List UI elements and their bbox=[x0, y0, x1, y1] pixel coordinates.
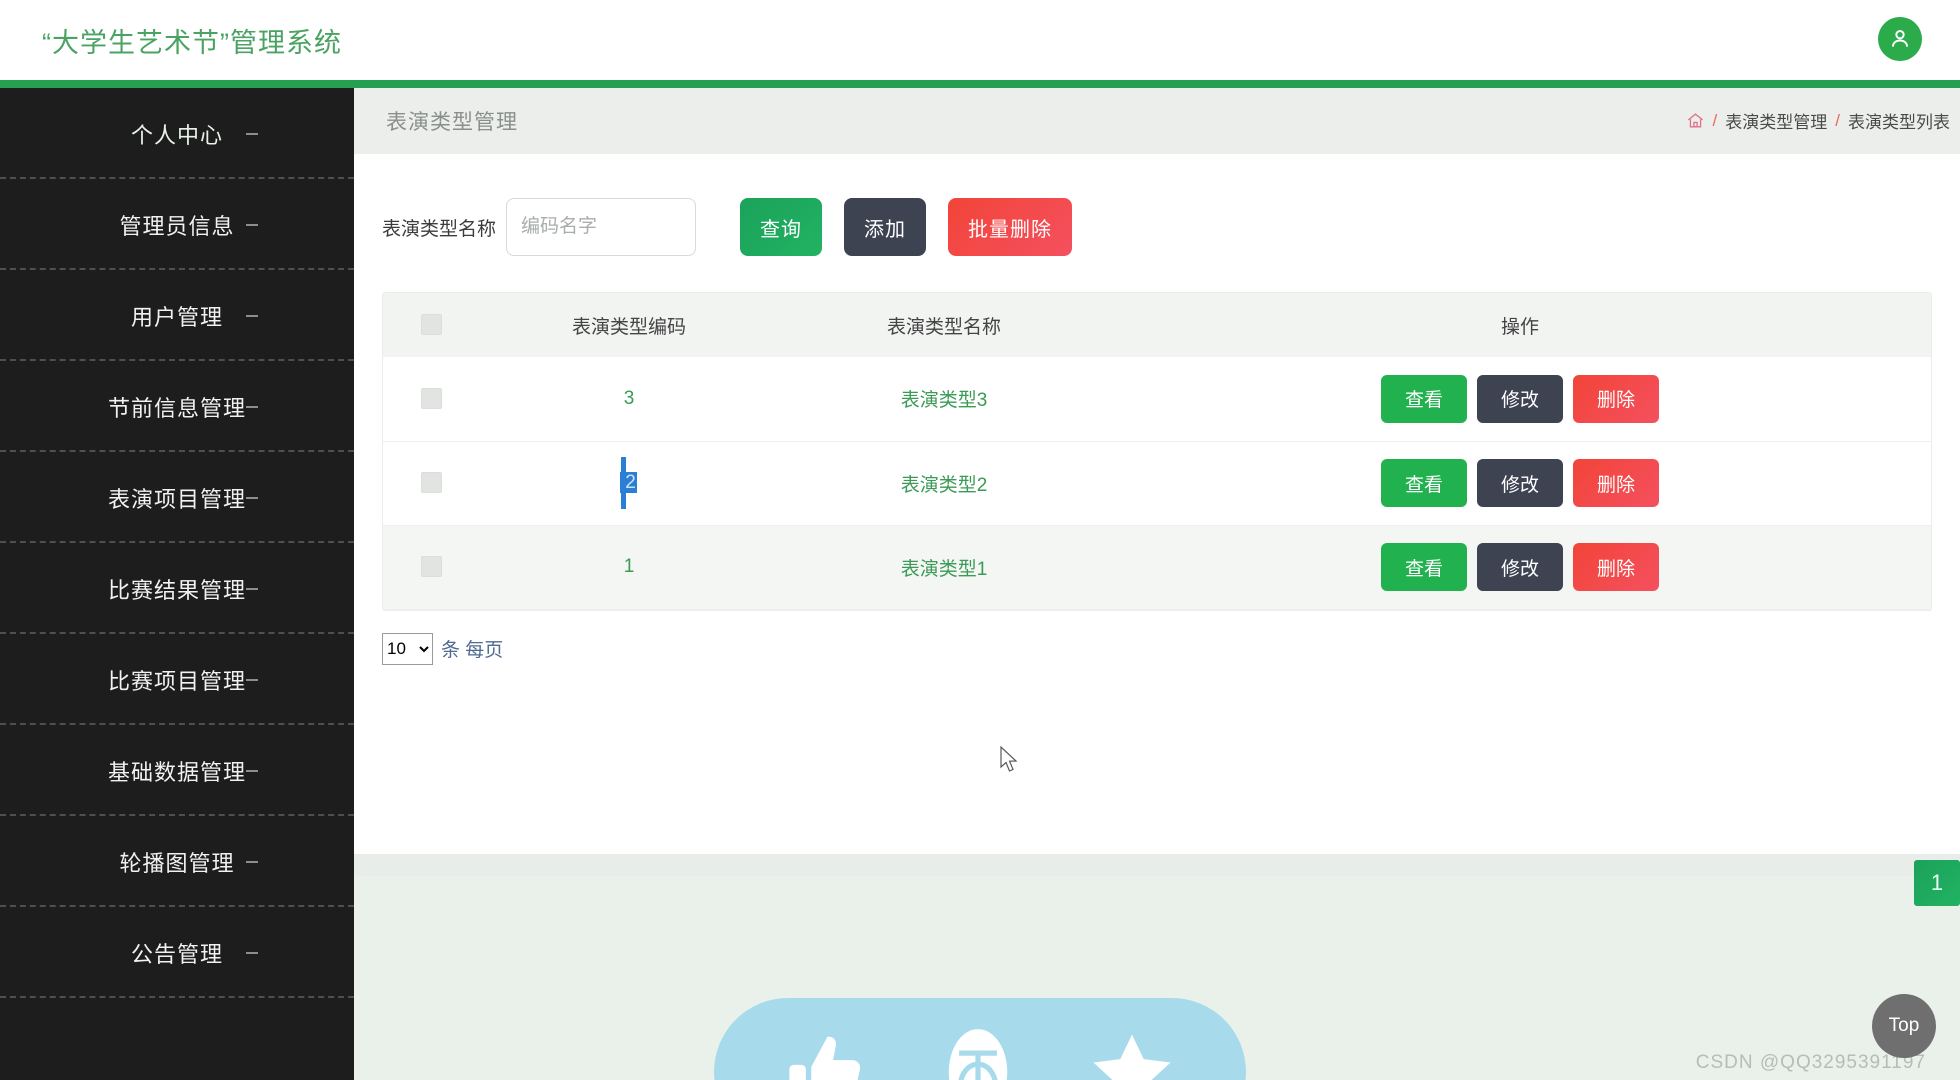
chevron-right-icon bbox=[246, 496, 258, 499]
row-checkbox[interactable] bbox=[420, 556, 442, 578]
avatar[interactable] bbox=[1878, 17, 1922, 61]
cell-actions: 查看 修改 删除 bbox=[1109, 441, 1931, 526]
chevron-right-icon bbox=[246, 769, 258, 772]
breadcrumb-item-current: 表演类型列表 bbox=[1848, 113, 1950, 132]
sidebar-item-contest-project[interactable]: 比赛项目管理 bbox=[0, 634, 354, 725]
delete-button[interactable]: 删除 bbox=[1573, 374, 1659, 423]
view-button[interactable]: 查看 bbox=[1381, 459, 1467, 507]
view-button[interactable]: 查看 bbox=[1381, 374, 1467, 423]
chevron-right-icon bbox=[246, 587, 258, 590]
umbrella-icon[interactable] bbox=[939, 1023, 1017, 1080]
sidebar-item-label: 用户管理 bbox=[130, 304, 223, 330]
page-size-select[interactable]: 10 20 50 100 bbox=[382, 632, 433, 665]
chevron-right-icon bbox=[246, 678, 258, 681]
sidebar-item-basic-data[interactable]: 基础数据管理 bbox=[0, 725, 354, 816]
user-icon[interactable] bbox=[1878, 17, 1922, 61]
page-title: 表演类型管理 bbox=[386, 111, 518, 134]
breadcrumb: / 表演类型管理 / 表演类型列表 bbox=[1686, 108, 1950, 133]
app-header: “大学生艺术节”管理系统 bbox=[0, 0, 1960, 80]
table-header-row: 表演类型编码 表演类型名称 操作 bbox=[383, 293, 1931, 357]
page-size-suffix: 条 每页 bbox=[441, 640, 504, 661]
chevron-right-icon bbox=[246, 860, 258, 863]
search-input[interactable] bbox=[506, 198, 697, 256]
sidebar-item-contest-result[interactable]: 比赛结果管理 bbox=[0, 543, 354, 634]
chevron-right-icon bbox=[246, 405, 258, 408]
chevron-right-icon bbox=[246, 314, 258, 317]
data-table: 表演类型编码 表演类型名称 操作 3 表演类型3 查看 修改 删除 2 表演类型… bbox=[382, 292, 1932, 611]
row-select-cell bbox=[383, 441, 479, 526]
page-header: 表演类型管理 / 表演类型管理 / 表演类型列表 bbox=[354, 88, 1960, 154]
filter-bar: 表演类型名称 查询 添加 批量删除 bbox=[354, 184, 1960, 270]
sidebar-item-prefestival-info[interactable]: 节前信息管理 bbox=[0, 361, 354, 452]
add-button[interactable]: 添加 bbox=[844, 198, 927, 256]
row-select-cell bbox=[383, 357, 479, 442]
pagination-bar: 10 20 50 100 条 每页 bbox=[382, 632, 1960, 665]
main-content: 表演类型管理 / 表演类型管理 / 表演类型列表 表演类型名称 查询 添加 批量… bbox=[354, 88, 1960, 1080]
select-all-header bbox=[383, 293, 479, 357]
sidebar-item-carousel[interactable]: 轮播图管理 bbox=[0, 816, 354, 907]
cell-code: 1 bbox=[479, 525, 779, 610]
social-actions-bar bbox=[714, 998, 1246, 1080]
chevron-right-icon bbox=[246, 132, 258, 135]
edit-button[interactable]: 修改 bbox=[1477, 459, 1563, 507]
star-icon[interactable] bbox=[1086, 1028, 1178, 1080]
cell-name: 表演类型3 bbox=[779, 357, 1109, 442]
edit-button[interactable]: 修改 bbox=[1477, 543, 1563, 591]
select-all-checkbox[interactable] bbox=[420, 314, 442, 336]
cell-actions: 查看 修改 删除 bbox=[1109, 357, 1931, 442]
content-card: 表演类型名称 查询 添加 批量删除 表演类型编码 表演类型名称 操作 bbox=[354, 154, 1960, 906]
table-row: 2 表演类型2 查看 修改 删除 bbox=[383, 441, 1931, 526]
scroll-to-top-button[interactable]: Top bbox=[1872, 994, 1936, 1058]
batch-delete-button[interactable]: 批量删除 bbox=[948, 198, 1073, 256]
row-checkbox[interactable] bbox=[420, 472, 442, 494]
cell-actions: 查看 修改 删除 bbox=[1109, 525, 1931, 610]
header-accent-rule bbox=[0, 80, 1960, 88]
breadcrumb-separator: / bbox=[1712, 110, 1718, 130]
sidebar-item-personal-center[interactable]: 个人中心 bbox=[0, 88, 354, 179]
sidebar-item-label: 个人中心 bbox=[130, 122, 223, 148]
delete-button[interactable]: 删除 bbox=[1573, 459, 1659, 507]
cell-code-selected-text: 2 bbox=[624, 472, 637, 494]
column-header-name: 表演类型名称 bbox=[779, 293, 1109, 357]
search-label: 表演类型名称 bbox=[382, 218, 497, 240]
delete-button[interactable]: 删除 bbox=[1573, 543, 1659, 591]
table-row: 3 表演类型3 查看 修改 删除 bbox=[383, 357, 1931, 442]
sidebar-item-label: 公告管理 bbox=[130, 941, 223, 967]
sidebar: 个人中心 管理员信息 用户管理 节前信息管理 表演项目管理 比赛结果管理 比赛项… bbox=[0, 88, 354, 1080]
sidebar-item-label: 基础数据管理 bbox=[107, 759, 246, 785]
cell-code: 3 bbox=[479, 357, 779, 442]
chevron-right-icon bbox=[246, 951, 258, 954]
cell-name: 表演类型2 bbox=[779, 441, 1109, 526]
column-header-actions: 操作 bbox=[1109, 293, 1931, 357]
row-select-cell bbox=[383, 525, 479, 610]
sidebar-item-label: 管理员信息 bbox=[119, 213, 235, 239]
query-button[interactable]: 查询 bbox=[740, 198, 823, 256]
breadcrumb-item-parent[interactable]: 表演类型管理 bbox=[1725, 108, 1827, 133]
sidebar-item-performance-project[interactable]: 表演项目管理 bbox=[0, 452, 354, 543]
table-row: 1 表演类型1 查看 修改 删除 bbox=[383, 525, 1931, 610]
mouse-cursor-icon bbox=[1000, 745, 1020, 779]
sidebar-item-label: 比赛项目管理 bbox=[107, 668, 246, 694]
sidebar-item-label: 节前信息管理 bbox=[107, 395, 246, 421]
footer-area bbox=[354, 876, 1960, 1080]
pagination-page-1[interactable]: 1 bbox=[1914, 860, 1960, 906]
chevron-right-icon bbox=[246, 223, 258, 226]
cell-name: 表演类型1 bbox=[779, 525, 1109, 610]
sidebar-item-admin-info[interactable]: 管理员信息 bbox=[0, 179, 354, 270]
sidebar-item-label: 比赛结果管理 bbox=[107, 577, 246, 603]
column-header-code: 表演类型编码 bbox=[479, 293, 779, 357]
breadcrumb-separator: / bbox=[1835, 110, 1840, 130]
home-icon[interactable] bbox=[1686, 111, 1705, 130]
thumbs-up-icon[interactable] bbox=[783, 1029, 871, 1080]
row-checkbox[interactable] bbox=[420, 388, 442, 410]
edit-button[interactable]: 修改 bbox=[1477, 374, 1563, 423]
cell-code: 2 bbox=[479, 441, 779, 526]
sidebar-item-announcement[interactable]: 公告管理 bbox=[0, 907, 354, 998]
sidebar-item-label: 轮播图管理 bbox=[119, 850, 235, 876]
sidebar-item-label: 表演项目管理 bbox=[107, 486, 246, 512]
view-button[interactable]: 查看 bbox=[1381, 543, 1467, 591]
sidebar-item-user-management[interactable]: 用户管理 bbox=[0, 270, 354, 361]
page-brand-title: “大学生艺术节”管理系统 bbox=[42, 27, 342, 58]
